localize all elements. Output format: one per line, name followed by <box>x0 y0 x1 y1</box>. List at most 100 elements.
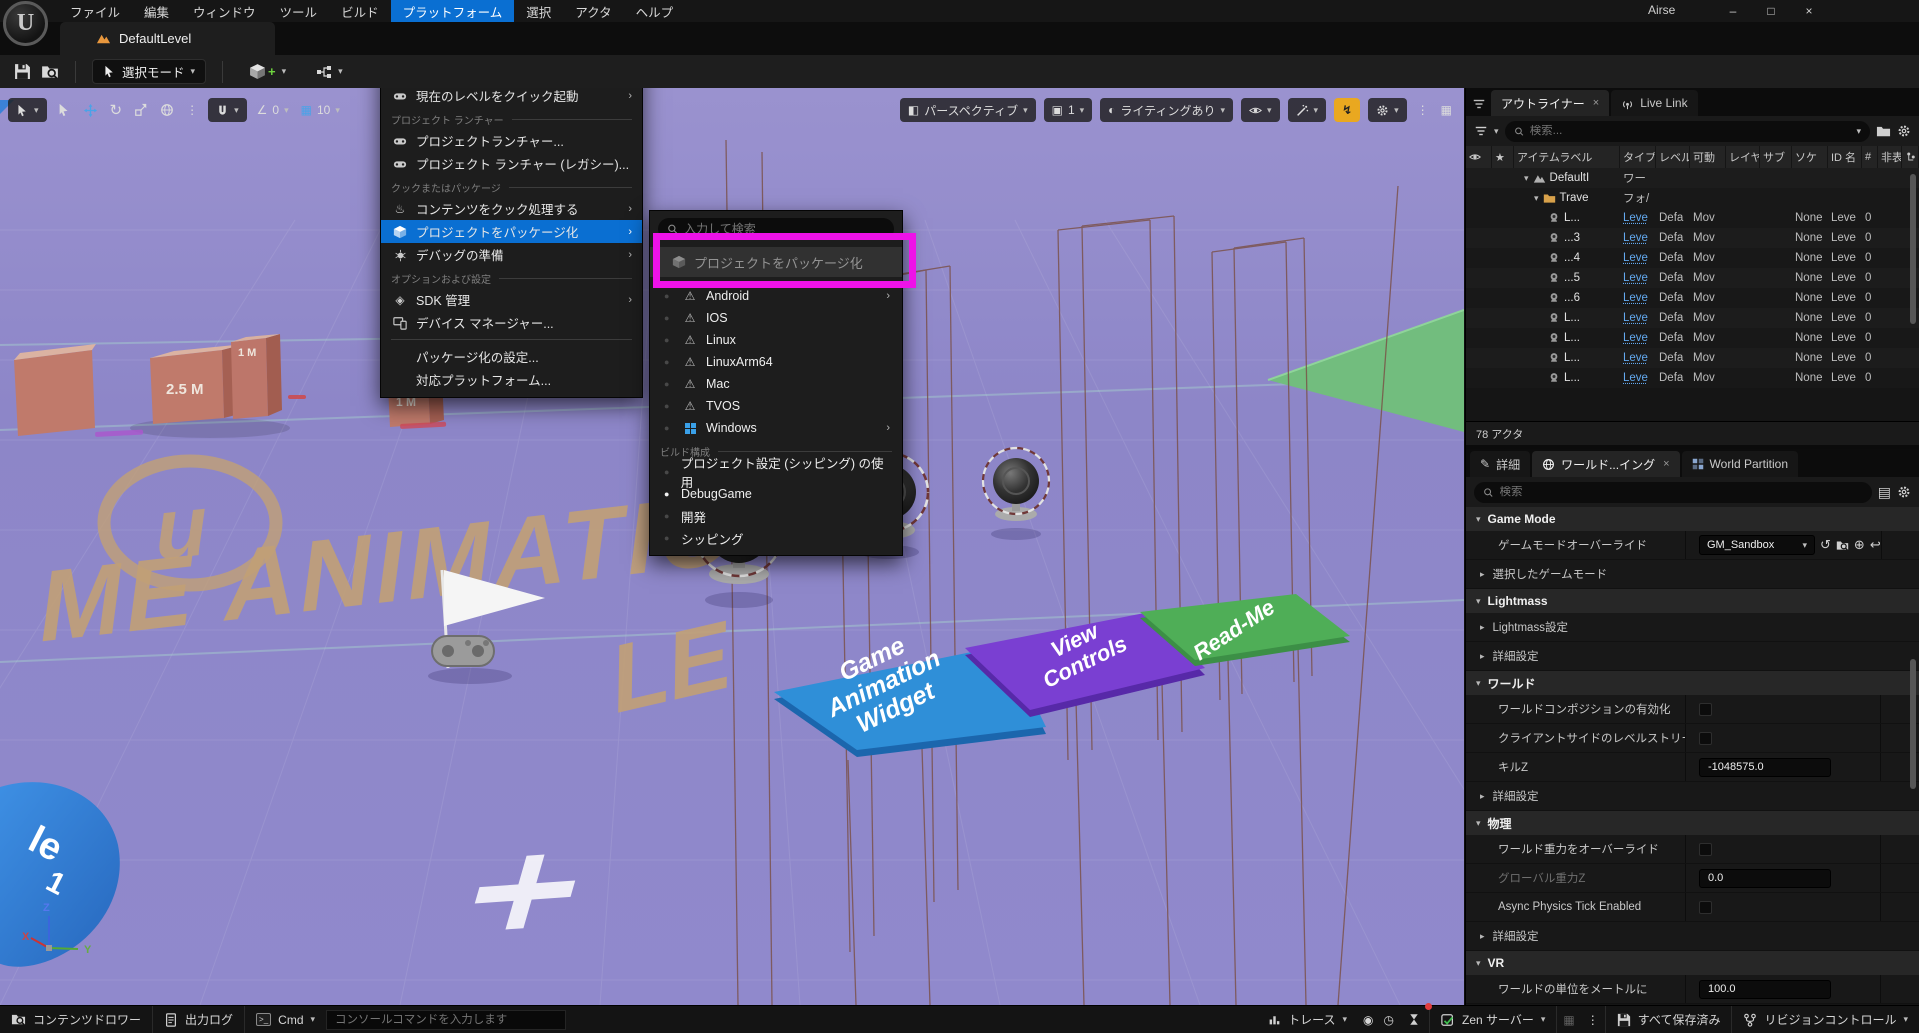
menu-item[interactable]: 編集 <box>132 0 181 22</box>
platform-item[interactable]: ● ⚠ Android › <box>650 285 902 307</box>
close-icon[interactable]: × <box>1593 97 1599 109</box>
world-local-toggle-icon[interactable] <box>158 98 176 122</box>
menu-item-supported-platforms[interactable]: 対応プラットフォーム... <box>381 368 642 391</box>
checkbox[interactable] <box>1699 901 1712 914</box>
platform-item[interactable]: ● ⚠ TVOS <box>650 395 902 417</box>
viewport-mode-button[interactable]: ▾ <box>8 98 47 122</box>
details-search-input[interactable] <box>1500 486 1863 498</box>
screen-percentage-button[interactable]: ▣ 1 ▾ <box>1044 98 1093 122</box>
property-row-collapsible[interactable]: ▸Lightmass設定 <box>1466 613 1919 642</box>
save-status-button[interactable]: すべて保存済み <box>1606 1006 1732 1033</box>
new-folder-icon[interactable] <box>1876 124 1891 139</box>
build-config-item[interactable]: ● プロジェクト設定 (シッピング) の使用 <box>650 461 902 483</box>
revision-control-dropdown[interactable]: リビジョンコントロール ▾ <box>1732 1006 1919 1033</box>
scale-tool-icon[interactable] <box>132 98 150 122</box>
details-scrollbar[interactable] <box>1910 659 1916 789</box>
column-header[interactable]: サブ <box>1760 146 1792 168</box>
menu-item-project-launcher[interactable]: プロジェクトランチャー... <box>381 129 642 152</box>
more-options-icon[interactable]: ⋮ <box>1581 1006 1605 1033</box>
outliner-row-actor[interactable]: ...6 Leve Defa Mov None Leve 0 <box>1466 288 1919 308</box>
column-header[interactable]: タイプ <box>1620 146 1656 168</box>
outliner-scrollbar[interactable] <box>1910 174 1916 324</box>
tab-world-partition[interactable]: World Partition <box>1682 451 1798 477</box>
eye-icon[interactable] <box>1469 151 1481 163</box>
checkbox[interactable] <box>1699 703 1712 716</box>
menu-item-prepare-debug[interactable]: デバッグの準備› <box>381 243 642 266</box>
viewport-settings-button[interactable]: ▾ <box>1368 98 1407 122</box>
checkbox[interactable] <box>1699 732 1712 745</box>
select-mode-button[interactable]: 選択モード ▾ <box>92 59 206 84</box>
outliner-row-actor[interactable]: L... Leve Defa Mov None Leve 0 <box>1466 308 1919 328</box>
more-options-icon[interactable]: ⋮ <box>1415 98 1431 122</box>
build-config-item[interactable]: ● シッピング <box>650 527 902 549</box>
menu-item[interactable]: ウィンドウ <box>181 0 268 22</box>
snap-toggle-button[interactable]: ▾ <box>208 98 247 122</box>
type-link[interactable]: Leve <box>1620 232 1656 244</box>
outliner-row-actor[interactable]: L... Leve Defa Mov None Leve 0 <box>1466 328 1919 348</box>
trace-dropdown[interactable]: トレース ▾ <box>1257 1006 1358 1033</box>
rotation-snap-button[interactable]: ∠ 0 ▾ <box>255 98 291 122</box>
blueprints-button[interactable]: ▾ <box>306 59 353 84</box>
column-header[interactable]: 非表 <box>1878 146 1902 168</box>
column-header[interactable]: # <box>1862 146 1878 168</box>
browse-icon[interactable] <box>1836 539 1849 552</box>
platform-item[interactable]: ● ⚠ Linux <box>650 329 902 351</box>
platform-item[interactable]: ● ⚠ LinuxArm64 <box>650 351 902 373</box>
outliner-row-actor[interactable]: ...5 Leve Defa Mov None Leve 0 <box>1466 268 1919 288</box>
save-icon[interactable] <box>14 63 31 80</box>
expand-arrow-icon[interactable]: ▾ <box>1534 193 1539 204</box>
reset-icon[interactable]: ↩ <box>1870 537 1881 553</box>
kill-z-input[interactable]: -1048575.0 <box>1699 758 1831 777</box>
property-row-collapsible[interactable]: ▸詳細設定 <box>1466 922 1919 951</box>
menu-item[interactable]: ヘルプ <box>624 0 686 22</box>
tab-world-settings[interactable]: ワールド...イング × <box>1532 451 1679 477</box>
minimize-button[interactable]: – <box>1718 0 1748 22</box>
column-header[interactable]: ソケ <box>1792 146 1828 168</box>
add-actor-button[interactable]: + ▾ <box>239 59 296 84</box>
menu-item[interactable]: プラットフォーム <box>391 0 515 22</box>
type-link[interactable]: Leve <box>1620 292 1656 304</box>
column-header[interactable]: レベル <box>1656 146 1690 168</box>
derived-data-icon[interactable]: ▦ <box>1557 1006 1580 1033</box>
property-row-collapsible[interactable]: ▸詳細設定 <box>1466 782 1919 811</box>
star-icon[interactable]: ★ <box>1492 146 1514 168</box>
pending-tasks-icon[interactable] <box>1399 1006 1429 1033</box>
snapshot-icon[interactable]: ◷ <box>1379 1006 1399 1033</box>
type-link[interactable]: Leve <box>1620 372 1656 384</box>
menu-item-device-manager[interactable]: デバイス マネージャー... <box>381 311 642 334</box>
menu-item[interactable]: ファイル <box>58 0 132 22</box>
outliner-row-world[interactable]: ▾ DefaultI ワー <box>1466 168 1919 188</box>
move-tool-icon[interactable] <box>81 98 100 122</box>
tab-live-link[interactable]: Live Link <box>1611 90 1697 116</box>
menu-item[interactable]: ツール <box>268 0 330 22</box>
outliner-row-actor[interactable]: L... Leve Defa Mov None Leve 0 <box>1466 208 1919 228</box>
grid-snap-button[interactable]: ▦ 10 ▾ <box>299 98 342 122</box>
outliner-row-actor[interactable]: L... Leve Defa Mov None Leve 0 <box>1466 368 1919 388</box>
menu-item[interactable]: 選択 <box>514 0 563 22</box>
column-header[interactable]: レイヤ <box>1726 146 1760 168</box>
level-tab[interactable]: DefaultLevel <box>60 22 275 55</box>
section-game-mode[interactable]: ▾Game Mode <box>1466 507 1919 531</box>
column-header[interactable]: アイテムラベル <box>1514 146 1620 168</box>
expand-arrow-icon[interactable]: ▾ <box>1524 173 1529 184</box>
menu-item-project-launcher-legacy[interactable]: プロジェクト ランチャー (レガシー)... <box>381 152 642 175</box>
menu-item[interactable]: アクタ <box>563 0 623 22</box>
menu-item-sdk-management[interactable]: ◈ SDK 管理› <box>381 288 642 311</box>
global-gravity-input[interactable]: 0.0 <box>1699 869 1831 888</box>
display-filter-icon[interactable]: ▤ <box>1878 484 1891 501</box>
add-icon[interactable]: ⊕ <box>1854 537 1865 553</box>
type-link[interactable]: Leve <box>1620 352 1656 364</box>
restore-button[interactable]: □ <box>1756 0 1786 22</box>
property-row-collapsible[interactable]: ▸詳細設定 <box>1466 642 1919 671</box>
submenu-search[interactable] <box>658 218 894 240</box>
tab-outliner[interactable]: アウトライナー × <box>1491 90 1609 116</box>
outliner-search[interactable]: ▾ <box>1505 121 1870 142</box>
submenu-search-input[interactable] <box>684 222 885 236</box>
type-link[interactable]: Leve <box>1620 212 1656 224</box>
build-config-item[interactable]: ● 開発 <box>650 505 902 527</box>
checkbox[interactable] <box>1699 843 1712 856</box>
close-icon[interactable]: × <box>1663 458 1669 470</box>
section-physics[interactable]: ▾物理 <box>1466 811 1919 835</box>
perspective-button[interactable]: ◧ パースペクティブ ▾ <box>900 98 1036 122</box>
type-link[interactable]: Leve <box>1620 332 1656 344</box>
